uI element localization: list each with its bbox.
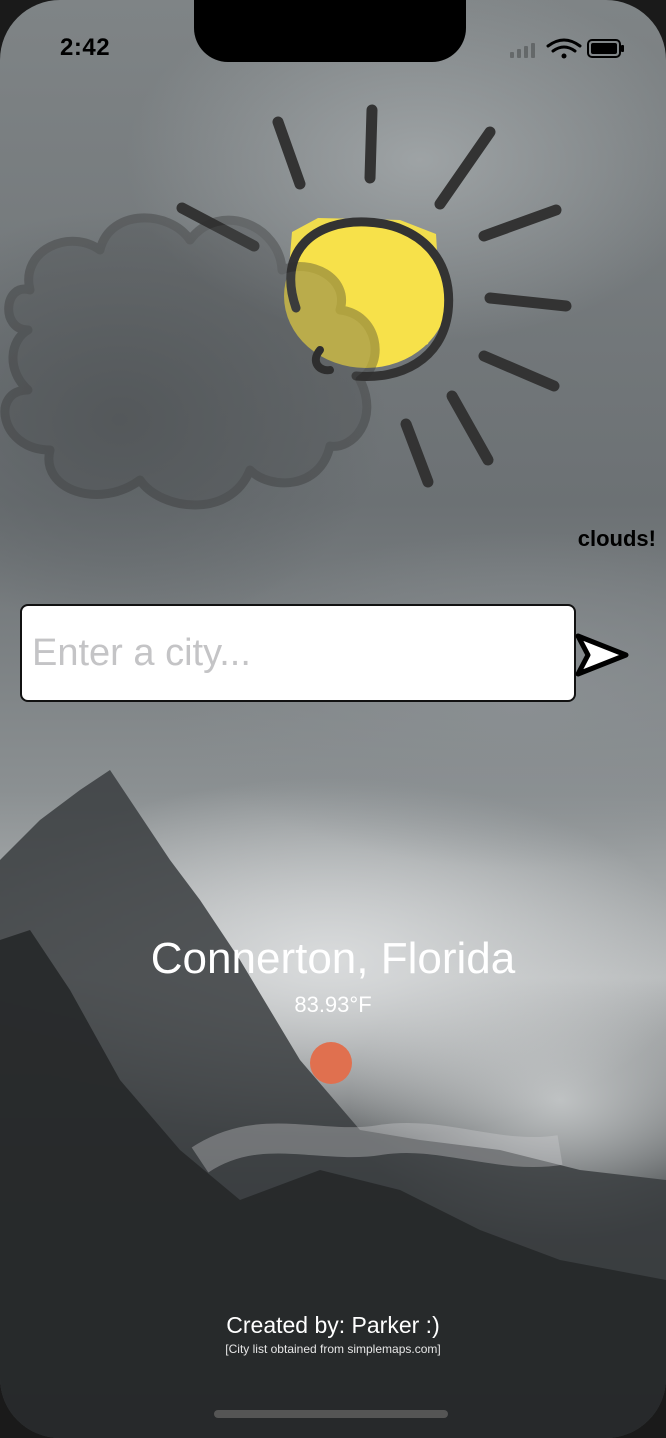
battery-icon	[587, 39, 624, 58]
temperature-indicator-dot	[310, 1042, 352, 1084]
device-notch	[194, 0, 466, 62]
city-name: Connerton, Florida	[150, 934, 516, 983]
weather-condition-label: clouds!	[577, 526, 656, 551]
send-arrow-icon[interactable]	[574, 630, 630, 680]
source-note: [City list obtained from simplemaps.com]	[225, 1342, 441, 1356]
credits-text: Created by: Parker :)	[226, 1312, 440, 1338]
temperature-reading: 83.93°F	[294, 992, 372, 1017]
app-screen: 2:42 clouds! Enter a city... Connerton, …	[0, 0, 666, 1438]
sun-cloud-icon	[0, 104, 572, 510]
cellular-signal-icon	[510, 43, 535, 58]
home-indicator[interactable]	[214, 1410, 448, 1418]
status-time: 2:42	[60, 34, 111, 61]
city-search-field[interactable]	[20, 604, 576, 702]
status-icons	[510, 38, 624, 59]
wifi-icon	[546, 38, 582, 59]
city-search-input[interactable]	[22, 606, 574, 700]
